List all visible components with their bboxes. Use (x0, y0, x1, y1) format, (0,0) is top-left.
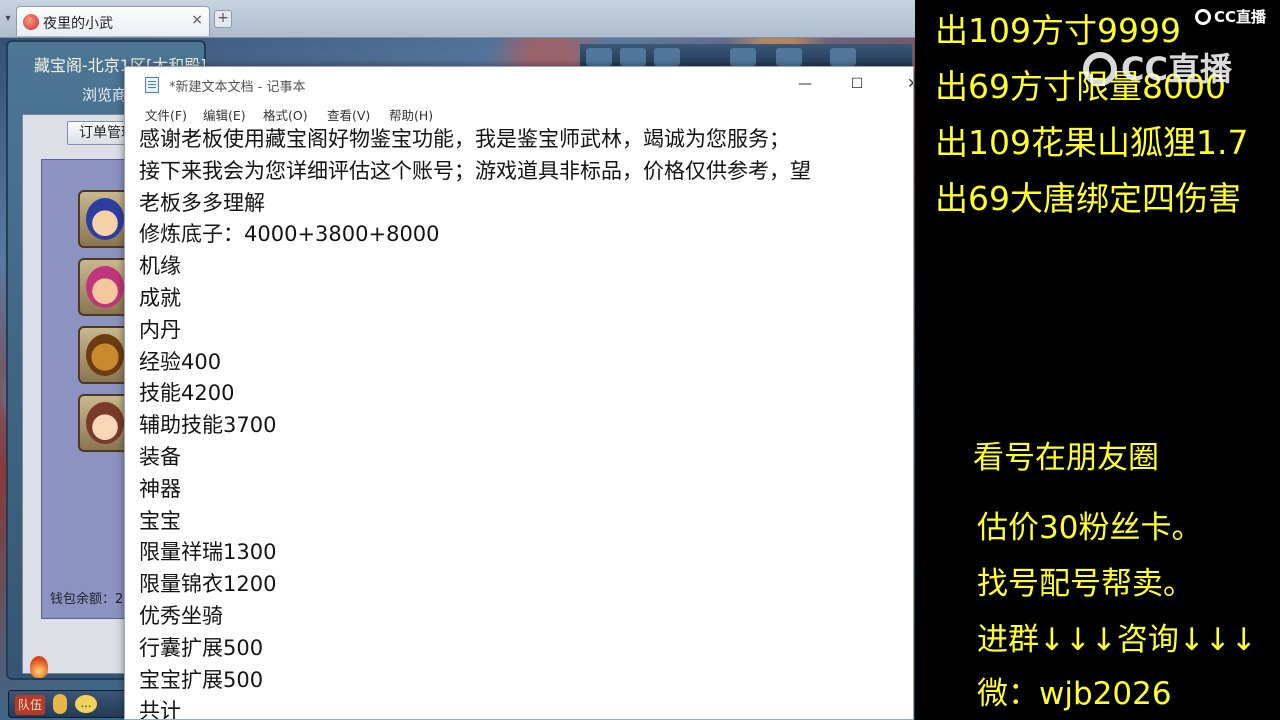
stream-overlay: 出109方寸9999 出69方寸限量8000 出109花果山狐狸1.7 出69大… (915, 0, 1280, 720)
text-line: 行囊扩展500 (139, 635, 264, 660)
text-line: 接下来我会为您详细评估这个账号；游戏道具非标品，价格仅供参考，望 (139, 158, 811, 183)
notepad-window: *新建文本文档 - 记事本 — ☐ ✕ 文件(F) 编辑(E) 格式(O) 查看… (124, 66, 914, 720)
notepad-titlebar[interactable]: *新建文本文档 - 记事本 — ☐ ✕ (125, 67, 913, 101)
cc-watermark: CC直播 (1083, 44, 1232, 90)
minimize-button[interactable]: — (785, 71, 825, 97)
text-line: 老板多多理解 (139, 190, 265, 215)
text-line: 优秀坐骑 (139, 603, 223, 628)
game-toolbar-button[interactable] (654, 48, 680, 66)
browser-tab[interactable]: 夜里的小武 × (16, 6, 210, 36)
menu-edit[interactable]: 编辑(E) (203, 105, 246, 124)
menu-format[interactable]: 格式(O) (263, 105, 308, 124)
favicon-icon (23, 14, 39, 30)
menu-file[interactable]: 文件(F) (145, 105, 187, 124)
game-bottom-bar: 队伍 … (8, 690, 134, 718)
game-toolbar-button[interactable] (586, 48, 612, 66)
cc-logo-text: CC直播 (1214, 8, 1267, 26)
info-line: 找号配号帮卖。 (977, 566, 1194, 602)
cc-logo: CC直播 (1195, 6, 1266, 27)
info-line: 看号在朋友圈 (973, 440, 1159, 476)
text-line: 辅助技能3700 (139, 413, 277, 438)
game-toolbar-button[interactable] (830, 48, 856, 66)
cc-watermark-text: CC直播 (1121, 50, 1232, 88)
game-toolbar-button[interactable] (730, 48, 756, 66)
text-editor[interactable]: 感谢老板使用藏宝阁好物鉴宝功能，我是鉴宝师武林，竭诚为您服务； 接下来我会为您详… (139, 124, 913, 720)
text-line: 宝宝扩展500 (139, 667, 264, 692)
game-toolbar-button[interactable] (620, 48, 646, 66)
chat-icon[interactable]: … (75, 695, 97, 713)
text-line: 装备 (139, 444, 181, 469)
browser-tab-title: 夜里的小武 (43, 16, 113, 32)
sale-line: 出69大唐绑定四伤害 (935, 179, 1241, 218)
browser-tab-strip: ▾ 夜里的小武 × + (0, 0, 915, 38)
microphone-icon[interactable] (53, 694, 67, 714)
menu-help[interactable]: 帮助(H) (389, 105, 433, 124)
close-tab-icon[interactable]: × (191, 12, 203, 28)
text-line: 技能4200 (139, 381, 235, 406)
info-line: 进群↓↓↓咨询↓↓↓ (977, 622, 1257, 658)
text-line: 共计 (139, 699, 181, 720)
info-line: 估价30粉丝卡。 (977, 510, 1203, 546)
text-line: 成就 (139, 285, 181, 310)
text-line: 内丹 (139, 317, 181, 342)
text-line: 机缘 (139, 254, 181, 279)
cc-ring-icon (1195, 9, 1211, 25)
cc-ring-icon (1083, 52, 1117, 86)
text-line: 限量祥瑞1300 (139, 540, 277, 565)
notepad-icon (145, 77, 159, 93)
fire-icon[interactable] (30, 656, 48, 678)
close-button[interactable]: ✕ (893, 71, 913, 97)
maximize-button[interactable]: ☐ (837, 71, 877, 97)
wallet-balance: 钱包余额：2 (50, 592, 124, 607)
text-line: 感谢老板使用藏宝阁好物鉴宝功能，我是鉴宝师武林，竭诚为您服务； (139, 127, 790, 151)
info-line: 微：wjb2026 (977, 676, 1172, 712)
tab-menu-icon[interactable]: ▾ (2, 10, 14, 28)
text-line: 经验400 (139, 349, 222, 374)
sale-line: 出109花果山狐狸1.7 (935, 123, 1249, 162)
menu-view[interactable]: 查看(V) (327, 105, 370, 124)
text-line: 宝宝 (139, 508, 181, 533)
new-tab-button[interactable]: + (214, 10, 232, 28)
game-toolbar-button[interactable] (776, 48, 802, 66)
team-button[interactable]: 队伍 (15, 695, 45, 715)
window-title: *新建文本文档 - 记事本 (169, 80, 306, 95)
menu-bar: 文件(F) 编辑(E) 格式(O) 查看(V) 帮助(H) (125, 101, 913, 125)
text-line: 修炼底子：4000+3800+8000 (139, 222, 440, 247)
text-line: 神器 (139, 476, 181, 501)
text-line: 限量锦衣1200 (139, 572, 277, 597)
tab-browse[interactable]: 浏览商 (82, 84, 127, 105)
